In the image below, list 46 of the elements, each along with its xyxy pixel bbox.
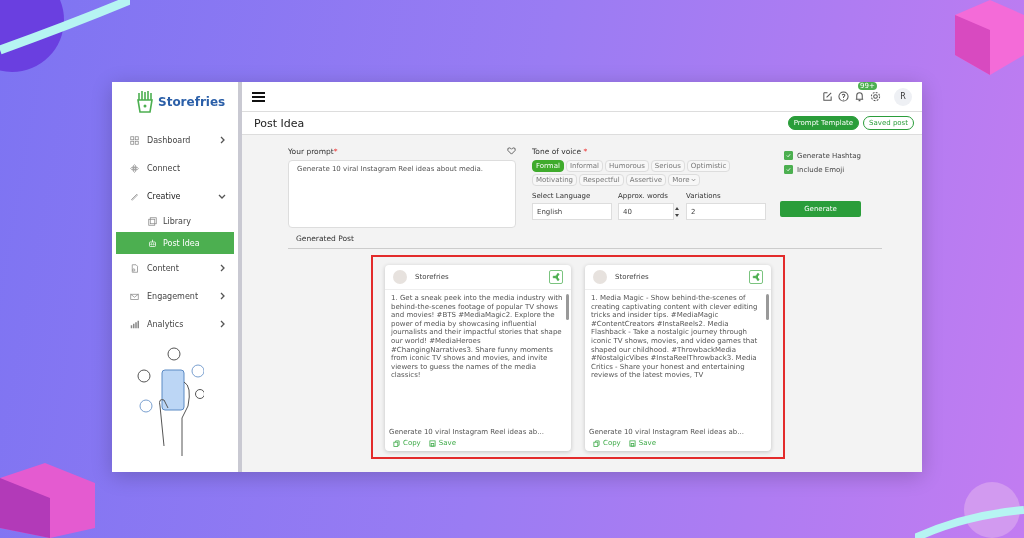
logo-text: Storefries — [158, 95, 226, 109]
bar-chart-icon — [130, 319, 139, 329]
sidebar-item[interactable]: Analytics — [112, 310, 238, 338]
chevron-icon — [218, 264, 226, 272]
share-button[interactable] — [749, 270, 763, 284]
robot-icon — [148, 238, 157, 248]
sidebar-item[interactable]: Connect — [112, 154, 238, 182]
bell-icon[interactable] — [854, 91, 865, 102]
scrollbar — [766, 294, 769, 320]
chevron-icon — [218, 292, 226, 300]
checkbox[interactable] — [784, 151, 793, 160]
library-icon — [148, 216, 157, 226]
checkmark-icon — [786, 153, 791, 158]
chevron-icon — [218, 136, 226, 144]
checkmark-icon — [786, 167, 791, 172]
grid-icon — [130, 135, 139, 145]
brush-icon — [130, 191, 139, 201]
sidebar-subitem[interactable]: Post Idea — [116, 232, 234, 254]
chevron-icon — [218, 320, 226, 328]
atom-icon — [130, 163, 139, 173]
sidebar-item[interactable]: Engagement — [112, 282, 238, 310]
sidebar-item[interactable]: Creative — [112, 182, 238, 210]
menu-icon[interactable] — [252, 91, 265, 102]
user-avatar[interactable]: R — [894, 87, 912, 106]
chevron-icon — [218, 192, 226, 200]
save-icon — [428, 439, 436, 447]
heart-icon[interactable] — [507, 147, 516, 155]
share-button[interactable] — [549, 270, 563, 284]
sidebar-item[interactable]: Content — [112, 254, 238, 282]
copy-icon — [593, 439, 600, 447]
save-icon — [628, 439, 636, 447]
fries-logo-icon — [134, 90, 156, 114]
copy-icon — [393, 439, 400, 447]
avatar-placeholder — [393, 270, 407, 284]
sidebar-item[interactable]: Dashboard — [112, 126, 238, 154]
chevron-down-icon — [691, 178, 697, 182]
document-icon — [130, 263, 139, 273]
envelope-icon — [130, 291, 139, 301]
sidebar-subitem[interactable]: Library — [116, 210, 234, 232]
settings-icon[interactable] — [870, 91, 881, 102]
avatar-placeholder — [593, 270, 607, 284]
scrollbar — [566, 294, 569, 320]
page-title: Post Idea — [254, 116, 306, 130]
help-icon[interactable] — [838, 91, 849, 102]
edit-icon[interactable] — [822, 91, 833, 102]
checkbox[interactable] — [784, 165, 793, 174]
